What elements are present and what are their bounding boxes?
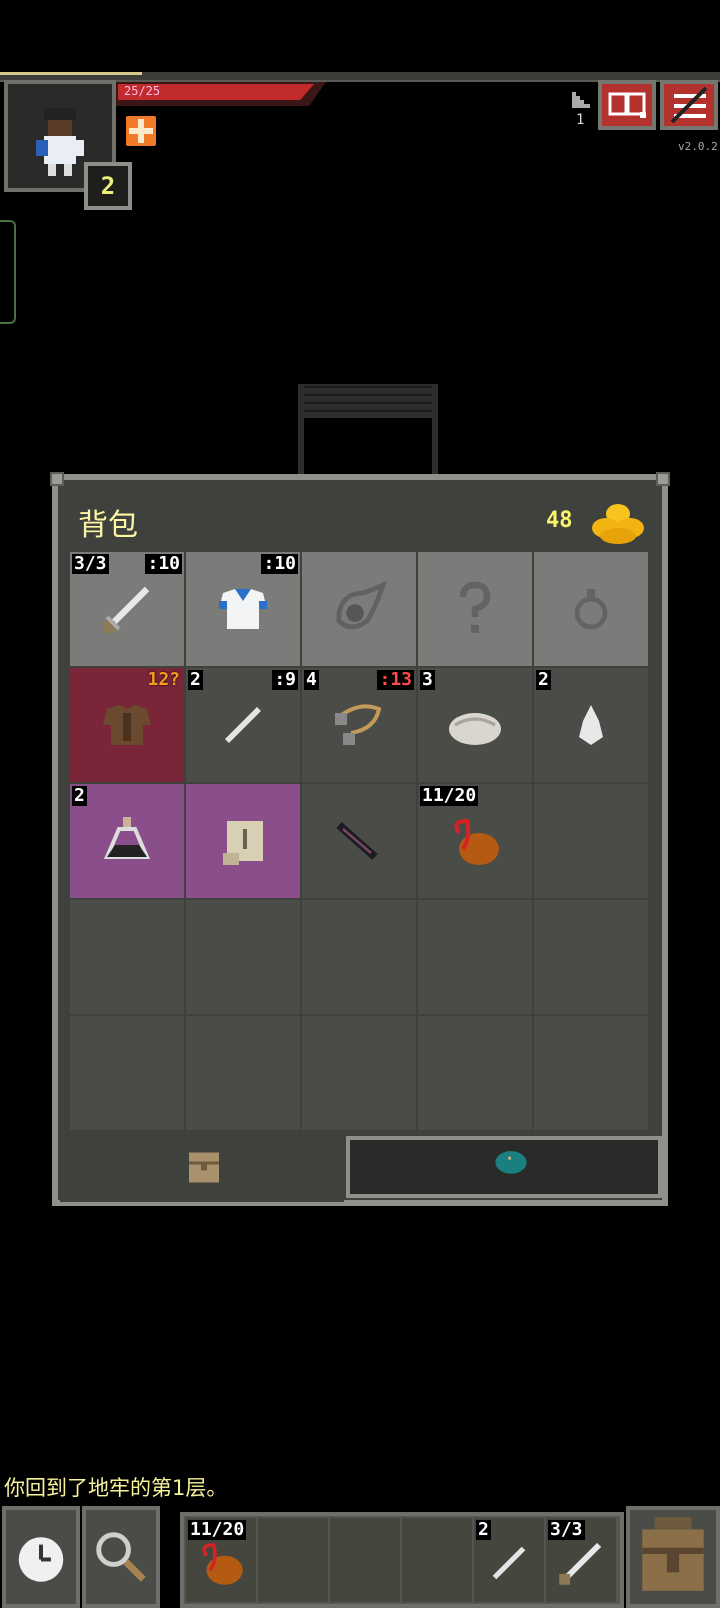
version-label: v2.0.2: [678, 140, 718, 153]
quickslot-bar: 11/20 2 3/3: [180, 1512, 624, 1608]
journal-icon: [608, 92, 646, 118]
backpack-title: 背包: [78, 508, 138, 543]
leather-armor-icon: [103, 705, 151, 745]
item-quantity: 4: [304, 669, 319, 690]
backpack-slot[interactable]: [302, 1016, 416, 1130]
backpack-slot[interactable]: 3: [418, 668, 532, 782]
item-strength-unknown: 12?: [147, 669, 180, 690]
waterskin-icon: [454, 818, 499, 865]
item-quantity: 2: [188, 669, 203, 690]
item-strength-too-high: :13: [377, 669, 414, 690]
backpack-slot[interactable]: 12?: [70, 668, 184, 782]
backpack-tab-icon: [189, 1152, 219, 1183]
backpack-slot[interactable]: [418, 900, 532, 1014]
hero-level-badge: 2: [84, 162, 132, 210]
equip-slot-misc[interactable]: [418, 552, 532, 666]
item-charge: 3/3: [72, 553, 109, 574]
equip-slot-weapon[interactable]: 3/3 :10: [70, 552, 184, 666]
waterskin-icon: [202, 1543, 243, 1585]
dagger-icon: [336, 822, 378, 860]
unknown-placeholder-icon: [459, 581, 491, 633]
item-quantity: 2: [536, 669, 551, 690]
backpack-slot[interactable]: [418, 1016, 532, 1130]
dungeon-wall-right: [432, 384, 438, 480]
backpack-slot[interactable]: [186, 900, 300, 1014]
quickslot-6[interactable]: 3/3: [546, 1518, 616, 1602]
wait-button[interactable]: [2, 1506, 80, 1608]
gold-count: 48: [546, 508, 573, 533]
darts-icon: [225, 707, 261, 743]
stone-icon: [579, 705, 603, 745]
inventory-button[interactable]: [626, 1506, 720, 1608]
quickslot-2[interactable]: [258, 1518, 328, 1602]
backpack-slot[interactable]: [534, 900, 648, 1014]
cloth-armor-icon: [219, 589, 267, 629]
quickslot-4[interactable]: [402, 1518, 472, 1602]
bolas-icon: [335, 704, 382, 745]
journal-button[interactable]: [598, 80, 656, 130]
quickslot-5[interactable]: 2: [474, 1518, 544, 1602]
gold-pile-icon: [592, 504, 644, 544]
quickslot-3[interactable]: [330, 1518, 400, 1602]
search-button[interactable]: [82, 1506, 160, 1608]
side-panel-tab[interactable]: [0, 220, 16, 324]
menu-icon: [670, 86, 708, 124]
backpack-slot[interactable]: 2: [70, 784, 184, 898]
item-strength: :9: [272, 669, 298, 690]
depth-number: 1: [576, 112, 585, 128]
experience-bar: [0, 72, 142, 75]
item-strength: :10: [261, 553, 298, 574]
magnifier-icon: [96, 1532, 146, 1582]
item-quantity: 2: [72, 785, 87, 806]
artifact-placeholder-icon: [336, 580, 388, 630]
game-log-message: 你回到了地牢的第1层。: [4, 1476, 228, 1500]
dungeon-wall-left: [298, 384, 304, 480]
backpack-slot[interactable]: [186, 784, 300, 898]
backpack-slot[interactable]: 4 :13: [302, 668, 416, 782]
backpack-slot[interactable]: 11/20: [418, 784, 532, 898]
item-strength: :10: [145, 553, 182, 574]
backpack-grid: 3/3 :10 :10 12? 2:9 4:13 3 2 2 11/20: [70, 552, 650, 1130]
backpack-slot[interactable]: [70, 900, 184, 1014]
quickslot-1[interactable]: 11/20: [186, 1518, 256, 1602]
darts-icon: [492, 1546, 526, 1580]
item-quantity: 3: [420, 669, 435, 690]
stairs-depth-icon: [572, 92, 590, 108]
hp-text: 25/25: [124, 84, 161, 98]
backpack-slot[interactable]: [302, 900, 416, 1014]
equip-slot-armor[interactable]: :10: [186, 552, 300, 666]
backpack-slot[interactable]: [186, 1016, 300, 1130]
shortsword-icon: [103, 586, 150, 633]
item-charge: 11/20: [420, 785, 479, 806]
backpack-slot[interactable]: [302, 784, 416, 898]
dungeon-wall: [298, 384, 438, 418]
shortsword-icon: [559, 1542, 602, 1585]
scroll-icon: [223, 821, 263, 865]
ration-icon: [449, 713, 501, 745]
window-corner: [50, 472, 64, 486]
backpack-slot[interactable]: [534, 784, 648, 898]
menu-button[interactable]: [660, 80, 718, 130]
bless-buff-icon[interactable]: [126, 116, 156, 146]
backpack-slot[interactable]: [70, 1016, 184, 1130]
clock-icon: [18, 1537, 64, 1582]
equip-slot-artifact[interactable]: [302, 552, 416, 666]
window-corner: [656, 472, 670, 486]
backpack-icon: [642, 1517, 704, 1591]
equip-slot-ring[interactable]: [534, 552, 648, 666]
potion-icon: [103, 817, 151, 859]
backpack-slot[interactable]: [534, 1016, 648, 1130]
ring-placeholder-icon: [574, 589, 608, 630]
backpack-slot[interactable]: 2: [534, 668, 648, 782]
bag-tab-icon: [495, 1151, 527, 1174]
backpack-slot[interactable]: 2 :9: [186, 668, 300, 782]
